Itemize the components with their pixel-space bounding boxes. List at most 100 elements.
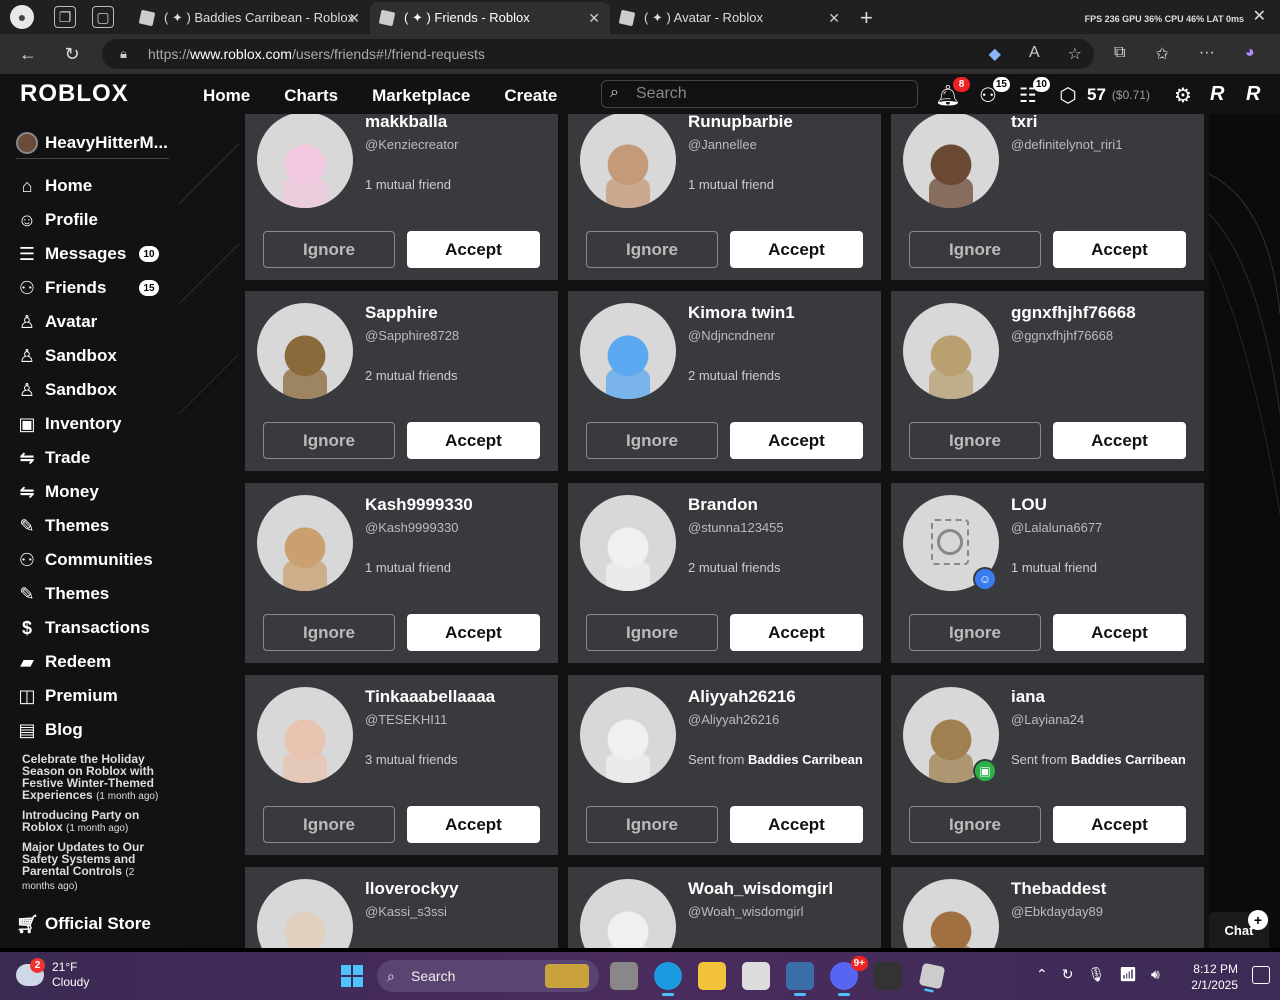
sent-from-experience[interactable]: Baddies Carribean	[748, 752, 863, 767]
refresh-icon[interactable]: ↻	[61, 44, 83, 65]
nav-marketplace[interactable]: Marketplace	[372, 86, 470, 106]
ignore-button[interactable]: Ignore	[263, 806, 395, 843]
blog-post-link[interactable]: Celebrate the Holiday Season on Roblox w…	[0, 747, 179, 803]
favorite-star-icon[interactable]: ☆	[1068, 44, 1082, 64]
sent-from-experience[interactable]: Baddies Carribean	[1071, 752, 1186, 767]
accept-button[interactable]: Accept	[730, 422, 863, 459]
ignore-button[interactable]: Ignore	[586, 806, 718, 843]
ignore-button[interactable]: Ignore	[909, 806, 1041, 843]
start-menu-icon[interactable]	[341, 965, 363, 987]
weather-widget[interactable]: 2 21°F Cloudy	[16, 958, 89, 990]
friends-header-icon[interactable]: ⚇ 15	[975, 77, 1010, 108]
new-tab-icon[interactable]: +	[860, 5, 873, 31]
accept-button[interactable]: Accept	[407, 614, 540, 651]
avatar[interactable]	[903, 303, 999, 399]
discord-icon[interactable]: 9+	[830, 956, 868, 996]
blog-post-link[interactable]: Introducing Party on Roblox (1 month ago…	[0, 803, 179, 835]
tab-avatar[interactable]: ( ✦ ) Avatar - Roblox ✕	[610, 2, 850, 34]
edge-browser-icon[interactable]	[654, 962, 682, 996]
display-name[interactable]: makkballa	[365, 114, 447, 132]
monitor-app-icon[interactable]	[786, 962, 814, 996]
accept-button[interactable]: Accept	[1053, 614, 1186, 651]
sidebar-item-official-store[interactable]: 🛒︎ Official Store	[0, 907, 179, 941]
ignore-button[interactable]: Ignore	[909, 422, 1041, 459]
tray-chevron-icon[interactable]: ⌃	[1036, 966, 1048, 983]
nav-create[interactable]: Create	[504, 86, 557, 106]
extensions-icon[interactable]: ⧉	[1114, 44, 1125, 64]
extension-tag-icon[interactable]: ◆	[989, 44, 1001, 64]
robux-icon[interactable]: ⬡	[1055, 82, 1081, 108]
roblox-logo[interactable]: ROBLOX	[20, 80, 129, 108]
mouse-app-icon[interactable]	[874, 962, 902, 990]
avatar[interactable]	[903, 114, 999, 208]
display-name[interactable]: Sapphire	[365, 303, 438, 323]
sidebar-item-themes[interactable]: ✎ Themes	[0, 577, 179, 611]
sidebar-item-sandbox[interactable]: ♙ Sandbox	[0, 373, 179, 407]
sidebar-item-messages[interactable]: ☰ Messages 10	[0, 237, 179, 271]
display-name[interactable]: Tinkaaabellaaaa	[365, 687, 495, 707]
display-name[interactable]: txri	[1011, 114, 1037, 132]
ignore-button[interactable]: Ignore	[586, 231, 718, 268]
url-field[interactable]: 🔒︎ https://www.roblox.com/users/friends#…	[102, 39, 1094, 69]
close-tab-icon[interactable]: ✕	[348, 10, 360, 27]
sidebar-item-home[interactable]: ⌂ Home	[0, 169, 179, 203]
ignore-button[interactable]: Ignore	[586, 614, 718, 651]
display-name[interactable]: Runupbarbie	[688, 114, 793, 132]
ignore-button[interactable]: Ignore	[263, 422, 395, 459]
microphone-icon[interactable]: 🎙︎	[1087, 966, 1105, 983]
blog-post-link[interactable]: Major Updates to Our Safety Systems and …	[0, 835, 179, 893]
avatar[interactable]	[580, 495, 676, 591]
sidebar-item-blog[interactable]: ▤ Blog	[0, 713, 179, 747]
nav-home[interactable]: Home	[203, 86, 250, 106]
avatar[interactable]	[257, 495, 353, 591]
nav-charts[interactable]: Charts	[284, 86, 338, 106]
extension-r-icon[interactable]: R	[1210, 83, 1236, 107]
tab-baddies-carribean[interactable]: ( ✦ ) Baddies Carribean - Roblox ✕	[130, 2, 370, 34]
display-name[interactable]: Brandon	[688, 495, 758, 515]
avatar[interactable]	[257, 687, 353, 783]
accept-button[interactable]: Accept	[730, 806, 863, 843]
sidebar-item-transactions[interactable]: $ Transactions	[0, 611, 179, 645]
accept-button[interactable]: Accept	[730, 614, 863, 651]
task-view-icon[interactable]	[610, 962, 638, 990]
roblox-app-icon[interactable]	[918, 962, 946, 990]
workspaces-icon[interactable]: ❐	[54, 6, 76, 28]
search-input[interactable]: ⌕ Search	[601, 80, 918, 108]
display-name[interactable]: ggnxfhjhf76668	[1011, 303, 1136, 323]
browser-profile-icon[interactable]: ●	[10, 5, 34, 29]
accept-button[interactable]: Accept	[1053, 422, 1186, 459]
accept-button[interactable]: Accept	[730, 231, 863, 268]
display-name[interactable]: Woah_wisdomgirl	[688, 879, 833, 899]
tray-sync-icon[interactable]: ↻	[1062, 966, 1074, 983]
sidebar-item-inventory[interactable]: ▣ Inventory	[0, 407, 179, 441]
ignore-button[interactable]: Ignore	[263, 614, 395, 651]
sidebar-user[interactable]: HeavyHitterM...	[0, 114, 179, 158]
read-aloud-icon[interactable]: A	[1029, 44, 1040, 64]
display-name[interactable]: Aliyyah26216	[688, 687, 796, 707]
sidebar-item-avatar[interactable]: ♙ Avatar	[0, 305, 179, 339]
accept-button[interactable]: Accept	[1053, 231, 1186, 268]
sidebar-item-sandbox[interactable]: ♙ Sandbox	[0, 339, 179, 373]
system-clock[interactable]: 8:12 PM 2/1/2025	[1186, 961, 1238, 993]
avatar[interactable]	[580, 687, 676, 783]
display-name[interactable]: Kimora twin1	[688, 303, 795, 323]
file-explorer-icon[interactable]	[698, 962, 726, 990]
tab-friends[interactable]: ( ✦ ) Friends - Roblox ✕	[370, 2, 610, 34]
accept-button[interactable]: Accept	[407, 422, 540, 459]
avatar[interactable]	[580, 303, 676, 399]
notifications-bell-icon[interactable]: 🔔︎ 8	[935, 77, 970, 108]
extension-r-icon-2[interactable]: R	[1246, 83, 1272, 107]
close-tab-icon[interactable]: ✕	[828, 10, 840, 27]
sidebar-item-friends[interactable]: ⚇ Friends 15	[0, 271, 179, 305]
ignore-button[interactable]: Ignore	[586, 422, 718, 459]
avatar[interactable]	[257, 879, 353, 948]
display-name[interactable]: iana	[1011, 687, 1045, 707]
ignore-button[interactable]: Ignore	[263, 231, 395, 268]
wifi-icon[interactable]: 📶︎	[1119, 966, 1137, 983]
display-name[interactable]: lloverockyy	[365, 879, 459, 899]
sidebar-item-profile[interactable]: ☺ Profile	[0, 203, 179, 237]
avatar[interactable]	[580, 114, 676, 208]
robux-balance[interactable]: 57	[1087, 85, 1106, 105]
window-close-icon[interactable]: ✕	[1253, 6, 1266, 26]
avatar[interactable]	[903, 879, 999, 948]
